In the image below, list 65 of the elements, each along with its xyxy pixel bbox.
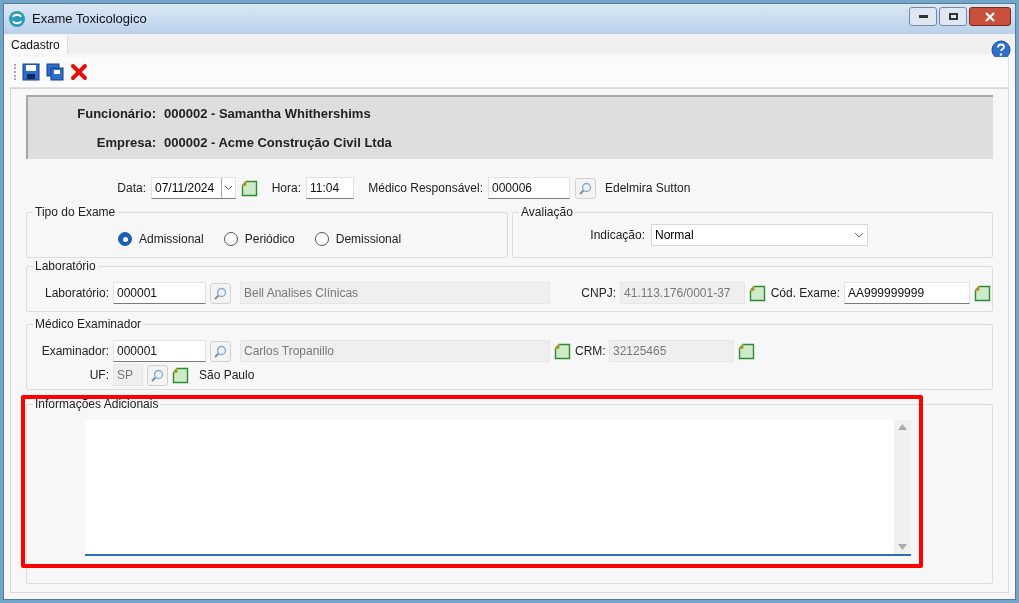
note-icon[interactable]: [749, 284, 766, 302]
header-value: 000002 - Samantha Whithershims: [164, 104, 371, 123]
field-label: Médico Responsável:: [367, 180, 483, 197]
chevron-down-icon: [224, 185, 233, 191]
group-title: Médico Examinador: [33, 317, 144, 331]
search-button[interactable]: [210, 282, 231, 304]
dropdown[interactable]: Normal: [651, 224, 868, 246]
field-label: CRM:: [575, 343, 605, 360]
date-value: 07/11/2024: [154, 180, 216, 197]
note-icon[interactable]: [554, 342, 571, 360]
field-label: Data:: [116, 180, 146, 197]
group-title: Avaliação: [519, 205, 575, 219]
group-title: Laboratório: [33, 259, 98, 273]
search-icon: [214, 286, 227, 300]
search-button[interactable]: [147, 364, 168, 386]
header-label: Empresa:: [95, 134, 156, 152]
readonly-field[interactable]: Carlos Tropanillo: [240, 340, 550, 362]
close-button[interactable]: [969, 7, 1011, 26]
readonly-field[interactable]: 41.113.176/0001-37: [620, 282, 745, 304]
readonly-field[interactable]: SP: [113, 364, 143, 386]
input-field[interactable]: 000001: [113, 282, 206, 304]
radio-button[interactable]: [223, 232, 238, 246]
header-value: 000002 - Acme Construção Civil Ltda: [164, 134, 392, 152]
window-title: Exame Toxicologico: [32, 10, 148, 29]
search-icon: [214, 344, 227, 358]
radio-button[interactable]: [314, 232, 329, 246]
chevron-down-icon: [854, 232, 864, 238]
radio-label: Admissional: [139, 231, 204, 248]
readonly-field[interactable]: Bell Analises Clínicas: [240, 282, 550, 304]
save-icon[interactable]: [22, 63, 40, 81]
radio-label: Demissional: [335, 231, 402, 248]
field-label: Hora:: [270, 180, 301, 197]
input-field[interactable]: 11:04: [306, 177, 354, 199]
delete-icon[interactable]: [70, 63, 88, 81]
input-field[interactable]: AA999999999: [844, 282, 970, 304]
minimize-button[interactable]: [909, 7, 937, 26]
field-label: Indicação:: [589, 227, 645, 244]
field-label: Examinador:: [40, 343, 109, 360]
field-label: CNPJ:: [580, 285, 616, 302]
state-name: São Paulo: [199, 367, 255, 384]
radio-label: Periódico: [244, 231, 295, 248]
header-label: Funcionário:: [76, 104, 156, 123]
field-label: Cód. Exame:: [770, 285, 840, 302]
radio-button[interactable]: [118, 232, 132, 246]
search-button[interactable]: [210, 340, 231, 362]
date-picker[interactable]: 07/11/2024: [151, 177, 236, 199]
close-icon: [985, 11, 995, 22]
field-label: UF:: [88, 367, 109, 384]
input-field[interactable]: 000006: [488, 177, 570, 199]
search-button[interactable]: [575, 177, 596, 199]
search-icon: [579, 181, 592, 195]
app-logo-icon: [8, 10, 26, 28]
doctor-name: Edelmira Sutton: [605, 180, 691, 197]
note-icon[interactable]: [241, 179, 258, 197]
field-label: Laboratório:: [43, 285, 109, 302]
note-icon[interactable]: [738, 342, 755, 360]
search-icon: [151, 368, 164, 382]
input-field[interactable]: 000001: [113, 340, 206, 362]
group-title: Tipo do Exame: [33, 205, 118, 219]
note-icon[interactable]: [172, 366, 189, 384]
readonly-field[interactable]: 32125465: [609, 340, 734, 362]
tab[interactable]: Cadastro: [4, 35, 68, 54]
copy-icon[interactable]: [46, 63, 64, 81]
maximize-button[interactable]: [939, 7, 967, 26]
note-icon[interactable]: [974, 284, 991, 302]
